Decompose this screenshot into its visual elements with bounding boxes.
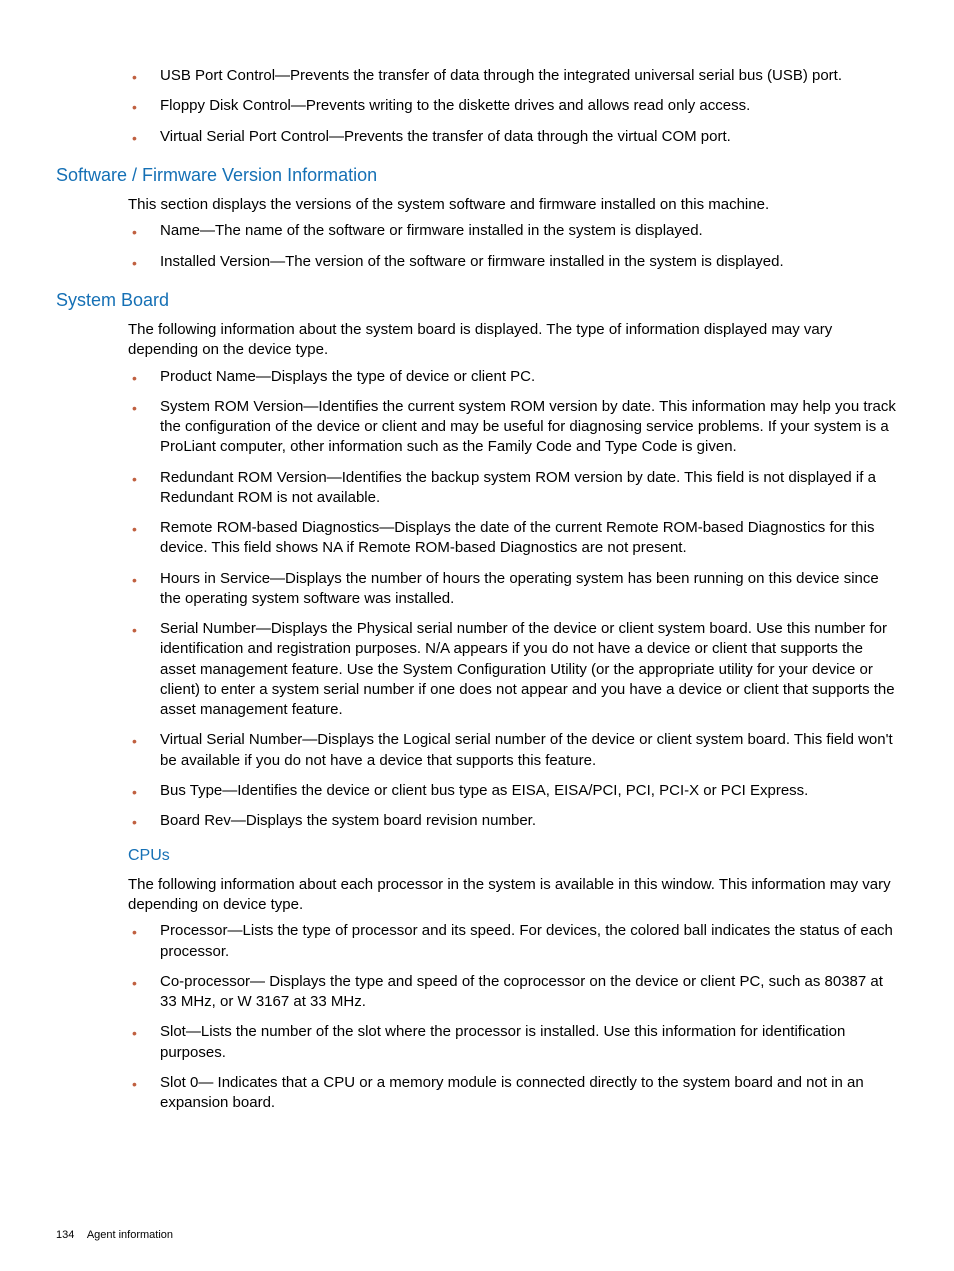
list-item: Floppy Disk Control—Prevents writing to … xyxy=(160,96,898,116)
software-bullet-list: Name—The name of the software or firmwar… xyxy=(56,221,898,272)
document-page: USB Port Control—Prevents the transfer o… xyxy=(0,0,954,1271)
list-item: Board Rev—Displays the system board revi… xyxy=(160,811,898,831)
list-item: Name—The name of the software or firmwar… xyxy=(160,221,898,241)
list-item: Virtual Serial Port Control—Prevents the… xyxy=(160,127,898,147)
heading-software-firmware: Software / Firmware Version Information xyxy=(56,163,898,187)
heading-cpus: CPUs xyxy=(128,845,898,867)
list-item: Product Name—Displays the type of device… xyxy=(160,367,898,387)
list-item: Virtual Serial Number—Displays the Logic… xyxy=(160,730,898,771)
list-item: Processor—Lists the type of processor an… xyxy=(160,921,898,962)
board-bullet-list: Product Name—Displays the type of device… xyxy=(56,367,898,832)
list-item: Serial Number—Displays the Physical seri… xyxy=(160,619,898,720)
paragraph: The following information about the syst… xyxy=(128,320,898,361)
list-item: Bus Type—Identifies the device or client… xyxy=(160,781,898,801)
list-item: Slot 0— Indicates that a CPU or a memory… xyxy=(160,1073,898,1114)
list-item: USB Port Control—Prevents the transfer o… xyxy=(160,66,898,86)
list-item: System ROM Version—Identifies the curren… xyxy=(160,397,898,458)
cpus-bullet-list: Processor—Lists the type of processor an… xyxy=(56,921,898,1113)
paragraph: The following information about each pro… xyxy=(128,875,898,916)
list-item: Installed Version—The version of the sof… xyxy=(160,252,898,272)
page-footer: 134 Agent information xyxy=(56,1228,173,1243)
paragraph: This section displays the versions of th… xyxy=(128,195,898,215)
list-item: Hours in Service—Displays the number of … xyxy=(160,569,898,610)
list-item: Slot—Lists the number of the slot where … xyxy=(160,1022,898,1063)
footer-label: Agent information xyxy=(87,1229,173,1241)
list-item: Remote ROM-based Diagnostics—Displays th… xyxy=(160,518,898,559)
heading-system-board: System Board xyxy=(56,288,898,312)
page-number: 134 xyxy=(56,1229,74,1241)
list-item: Co-processor— Displays the type and spee… xyxy=(160,972,898,1013)
top-bullet-list: USB Port Control—Prevents the transfer o… xyxy=(56,66,898,147)
list-item: Redundant ROM Version—Identifies the bac… xyxy=(160,468,898,509)
